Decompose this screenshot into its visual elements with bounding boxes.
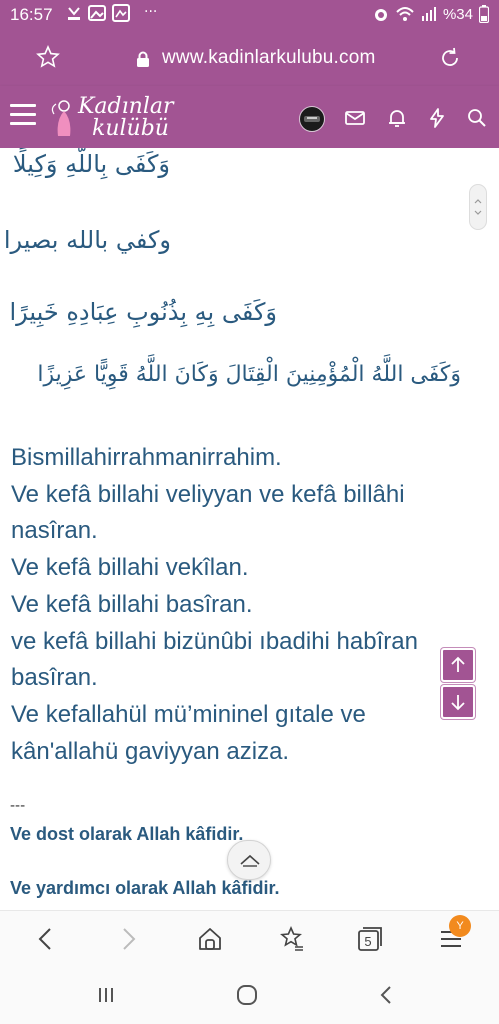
tabs-button[interactable]: 5 (356, 925, 384, 953)
avatar-image-icon (304, 116, 320, 122)
arabic-verse-1: وَكَفَى بِاللَّهِ وَكِيلًا (12, 150, 170, 178)
browser-toolbar: 5 (0, 910, 499, 966)
chevron-up-icon (240, 854, 260, 867)
battery-icon (479, 5, 489, 23)
back-nav-icon[interactable] (376, 984, 398, 1006)
separator-text: --- (10, 798, 26, 814)
logo-text-line2: kulübü (92, 116, 169, 141)
arrow-up-icon (451, 656, 465, 672)
avatar[interactable] (299, 106, 325, 132)
bookmark-star-icon[interactable] (36, 45, 60, 69)
reload-icon[interactable] (438, 46, 462, 70)
notification-badge: Y (449, 915, 471, 937)
site-logo[interactable]: Kadınlar kulübü (48, 92, 178, 142)
arabic-verse-4: وَكَفَى اللَّهُ الْمُؤْمِنِينَ الْقِتَال… (37, 362, 461, 387)
meaning-line: Ve yardımcı olarak Allah kâfidir. (10, 878, 280, 898)
back-arrow-icon[interactable] (32, 925, 60, 953)
lightning-icon[interactable] (425, 106, 449, 130)
transliteration-line: basîran. (11, 664, 98, 692)
forward-arrow-icon[interactable] (114, 925, 142, 953)
status-bar: 16:57 ··· %34 (0, 0, 499, 32)
transliteration-line: nasîran. (11, 517, 98, 545)
transliteration-line: Ve kefâ billahi veliyyan ve kefâ billâhi (11, 480, 405, 508)
signal-icon (421, 7, 436, 21)
bookmarks-star-icon[interactable] (278, 925, 306, 953)
android-navigation-bar (0, 966, 499, 1024)
article-content: وَكَفَى بِاللَّهِ وَكِيلًا وكفي بالله بص… (0, 148, 499, 910)
mail-icon[interactable] (343, 106, 367, 130)
transliteration-line: Bismillahirrahmanirrahim. (11, 444, 282, 471)
transliteration-line: Ve kefâ billahi vekîlan. (11, 554, 249, 582)
status-time: 16:57 (10, 5, 53, 24)
scrollbar-handle[interactable] (469, 184, 487, 230)
transliteration-line: Ve kefallahül mü’mininel gıtale ve (11, 700, 366, 728)
image-icon (88, 5, 106, 21)
missed-call-icon (68, 7, 80, 20)
arabic-verse-2: وكفي بالله بصيرا (3, 226, 171, 254)
lock-icon (137, 51, 149, 67)
battery-percent: %34 (442, 5, 473, 23)
wifi-icon (396, 7, 414, 21)
gallery-icon (112, 4, 130, 22)
tab-count: 5 (364, 934, 372, 949)
arrow-down-icon (451, 695, 465, 711)
transliteration-line: ve kefâ billahi bizünûbi ıbadihi habîran (11, 627, 418, 655)
bell-icon[interactable] (385, 106, 409, 130)
url-text[interactable]: www.kadinlarkulubu.com (162, 47, 376, 69)
arabic-verse-3: وَكَفَى بِهِ بِذُنُوبِ عِبَادِهِ خَبِيرً… (9, 298, 277, 326)
transliteration-line: Ve kefâ billahi basîran. (11, 590, 253, 618)
meaning-line: Ve dost olarak Allah kâfidir. (10, 824, 244, 844)
url-bar: www.kadinlarkulubu.com (0, 32, 499, 86)
scroll-arrows-icon (474, 199, 482, 215)
search-icon[interactable] (465, 106, 489, 130)
hamburger-menu-icon[interactable] (10, 104, 36, 126)
home-nav-icon[interactable] (235, 984, 259, 1006)
recent-apps-icon[interactable] (95, 984, 117, 1006)
transliteration-block: Bismillahirrahmanirrahim. Ve kefâ billah… (11, 440, 481, 770)
alarm-icon (374, 9, 387, 21)
home-icon[interactable] (196, 925, 224, 953)
logo-figure-icon (51, 100, 71, 136)
scroll-down-button[interactable] (441, 685, 475, 719)
status-more: ··· (144, 4, 158, 20)
transliteration-line: kân'allahü gaviyyan aziza. (11, 737, 290, 765)
back-to-top-button[interactable] (227, 840, 271, 880)
scroll-up-button[interactable] (441, 648, 475, 682)
